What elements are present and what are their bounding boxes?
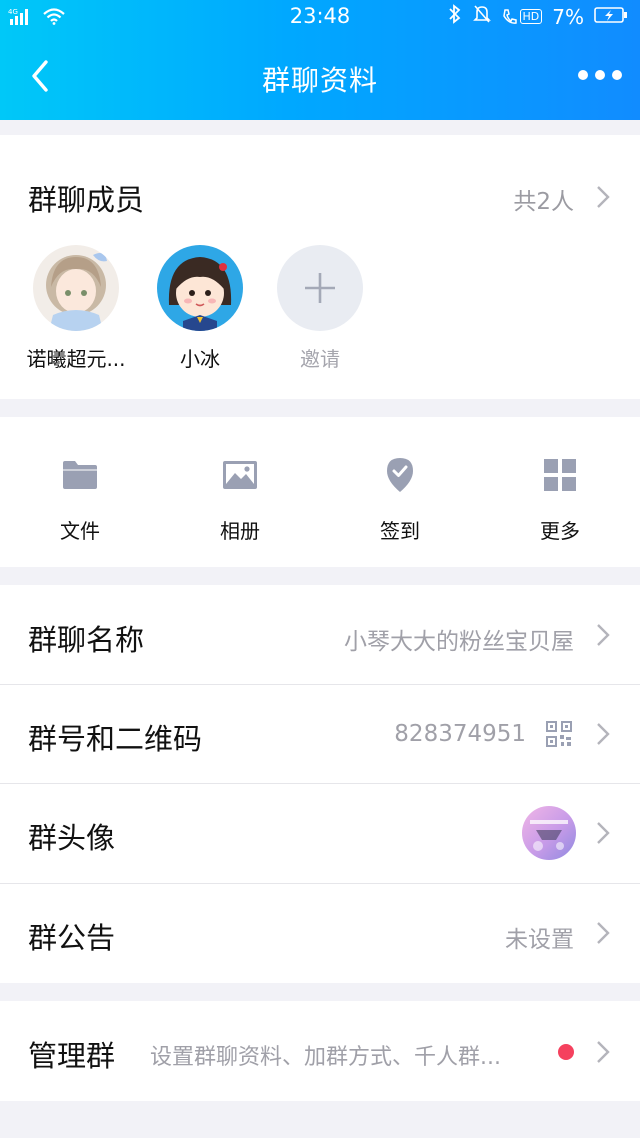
- battery-icon: [594, 5, 628, 29]
- members-title: 群聊成员: [28, 183, 145, 217]
- status-bar: 4G 23:48 HD 7%: [0, 0, 640, 34]
- mute-bell-icon: [472, 4, 491, 29]
- call-hd-icon: HD: [501, 7, 543, 27]
- image-icon: [180, 455, 300, 495]
- dot-icon: [612, 70, 622, 80]
- dot-icon: [578, 70, 588, 80]
- row-label: 群号和二维码: [28, 722, 203, 756]
- group-id-row[interactable]: 群号和二维码 828374951: [0, 684, 640, 783]
- tool-more[interactable]: 更多: [500, 455, 620, 544]
- row-label: 群头像: [28, 821, 116, 855]
- member-avatar: [33, 245, 119, 331]
- tool-checkin[interactable]: 签到: [340, 455, 460, 544]
- member-name: 小冰: [180, 347, 220, 371]
- more-options-button[interactable]: [578, 60, 622, 90]
- navbar: 群聊资料: [0, 34, 640, 120]
- chevron-right-icon: [597, 723, 610, 745]
- invite-button[interactable]: 邀请: [270, 245, 370, 372]
- chevron-right-icon: [597, 822, 610, 844]
- chevron-right-icon: [597, 922, 610, 944]
- member-item[interactable]: 小冰: [150, 245, 250, 372]
- manage-description: 设置群聊资料、加群方式、千人群...: [150, 1045, 501, 1070]
- row-label: 管理群: [28, 1039, 116, 1073]
- plus-icon: [305, 273, 335, 303]
- tool-album[interactable]: 相册: [180, 455, 300, 544]
- bluetooth-icon: [447, 4, 463, 29]
- dot-icon: [595, 70, 605, 80]
- group-id-value: 828374951: [394, 721, 526, 747]
- tool-files[interactable]: 文件: [20, 455, 140, 544]
- group-avatar-image: [522, 806, 576, 860]
- chevron-right-icon: [597, 1041, 610, 1063]
- checkin-pin-icon: [340, 455, 460, 495]
- announcement-row[interactable]: 群公告 未设置: [0, 883, 640, 982]
- announcement-value: 未设置: [505, 927, 574, 953]
- invite-label: 邀请: [300, 347, 340, 371]
- group-name-row[interactable]: 群聊名称 小琴大大的粉丝宝贝屋: [0, 585, 640, 684]
- tool-label: 更多: [540, 519, 580, 543]
- battery-percent: 7%: [552, 4, 584, 29]
- tools-section: 文件 相册 签到 更多: [0, 417, 640, 567]
- tool-label: 签到: [380, 519, 420, 543]
- chevron-right-icon: [597, 624, 610, 646]
- folder-icon: [20, 455, 140, 495]
- page-title: 群聊资料: [261, 64, 378, 97]
- row-label: 群公告: [28, 921, 116, 955]
- manage-group-row[interactable]: 管理群 设置群聊资料、加群方式、千人群...: [0, 1001, 640, 1101]
- group-avatar-row[interactable]: 群头像: [0, 783, 640, 882]
- members-section: 群聊成员 共2人 诺曦超元... 小冰 邀请: [0, 135, 640, 399]
- tool-label: 文件: [60, 519, 100, 543]
- grid-icon: [500, 455, 620, 495]
- members-count[interactable]: 共2人: [513, 182, 574, 216]
- status-right: HD 7%: [447, 4, 628, 29]
- member-item[interactable]: 诺曦超元...: [26, 245, 126, 372]
- row-label: 群聊名称: [28, 623, 145, 657]
- tool-label: 相册: [220, 519, 260, 543]
- header: 4G 23:48 HD 7% 群聊资料: [0, 0, 640, 120]
- invite-avatar: [277, 245, 363, 331]
- hd-label: HD: [519, 9, 543, 24]
- chevron-right-icon[interactable]: [596, 185, 610, 209]
- settings-section: 群聊名称 小琴大大的粉丝宝贝屋 群号和二维码 828374951 群头像 群公告…: [0, 585, 640, 983]
- member-name: 诺曦超元...: [26, 347, 126, 371]
- notification-dot: [558, 1044, 574, 1060]
- group-name-value: 小琴大大的粉丝宝贝屋: [344, 629, 574, 655]
- qr-code-icon: [546, 721, 572, 747]
- member-avatar: [157, 245, 243, 331]
